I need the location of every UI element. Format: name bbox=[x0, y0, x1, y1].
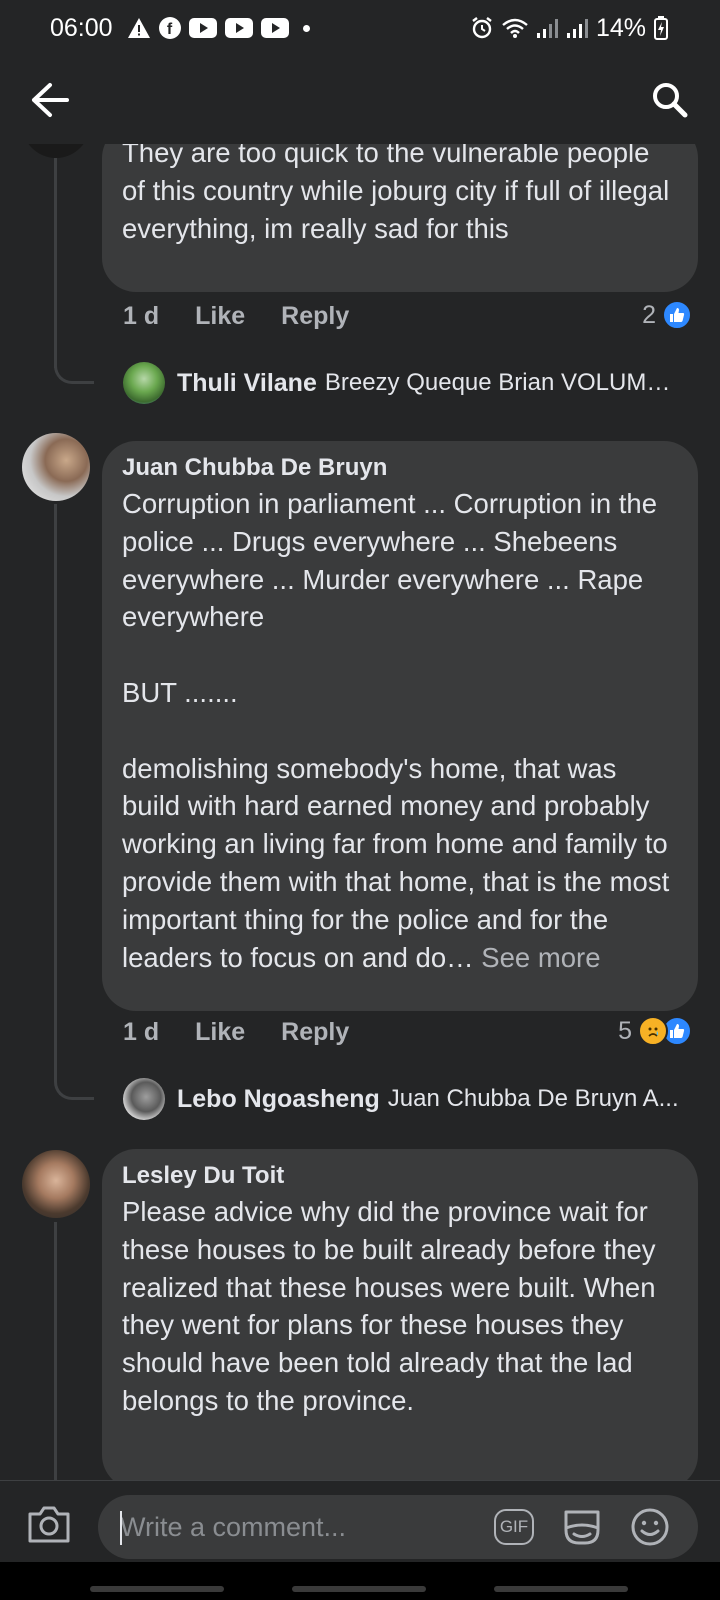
comment-input[interactable] bbox=[120, 1495, 480, 1559]
comment-author[interactable]: Lesley Du Toit bbox=[122, 1159, 678, 1193]
comment-input-container[interactable]: GIF bbox=[98, 1495, 698, 1559]
dot-icon bbox=[302, 24, 310, 32]
sticker-icon bbox=[564, 1510, 600, 1545]
camera-button[interactable] bbox=[26, 1503, 72, 1545]
thread-line bbox=[54, 158, 57, 368]
emoji-icon bbox=[631, 1508, 669, 1546]
avatar bbox=[123, 1078, 165, 1120]
youtube-icon bbox=[188, 18, 217, 38]
see-more-link[interactable]: See more bbox=[481, 942, 600, 973]
reply-preview[interactable]: Thuli Vilane Breezy Queque Brian VOLUME.… bbox=[123, 362, 675, 404]
battery-percent: 14% bbox=[595, 13, 646, 42]
camera-icon bbox=[28, 1506, 70, 1543]
emoji-button[interactable] bbox=[628, 1505, 672, 1549]
thread-line bbox=[54, 1222, 57, 1480]
reaction-summary[interactable]: 5 bbox=[618, 1016, 692, 1046]
comment-bubble[interactable]: Lesley Du Toit Please advice why did the… bbox=[102, 1149, 698, 1480]
comment-bubble[interactable]: They are too quick to the vulnerable peo… bbox=[102, 144, 698, 292]
gif-button[interactable]: GIF bbox=[492, 1505, 536, 1549]
comment-thread: They are too quick to the vulnerable peo… bbox=[0, 144, 720, 1480]
avatar bbox=[123, 362, 165, 404]
reaction-count: 2 bbox=[642, 300, 656, 329]
nav-home[interactable] bbox=[292, 1586, 426, 1592]
comment-author[interactable]: Juan Chubba De Bruyn bbox=[122, 451, 678, 485]
comment-text: Corruption in parliament ... Corruption … bbox=[122, 488, 670, 973]
status-time: 06:00 bbox=[50, 13, 113, 42]
system-nav-bar bbox=[0, 1562, 720, 1600]
thread-line bbox=[54, 344, 94, 384]
reply-button[interactable]: Reply bbox=[281, 1018, 349, 1047]
reply-snippet: Juan Chubba De Bruyn A... bbox=[387, 1085, 679, 1112]
facebook-icon: f bbox=[158, 17, 181, 39]
comment-actions: 1 d Like Reply bbox=[123, 302, 385, 331]
avatar[interactable] bbox=[22, 1150, 90, 1218]
sticker-button[interactable] bbox=[560, 1505, 604, 1549]
search-icon bbox=[653, 83, 688, 118]
comment-time: 1 d bbox=[123, 302, 160, 330]
text-caret bbox=[120, 1511, 122, 1545]
top-bar bbox=[0, 56, 720, 144]
reply-snippet: Breezy Queque Brian VOLUME... bbox=[324, 369, 675, 396]
avatar[interactable] bbox=[22, 433, 90, 501]
signal-icon bbox=[536, 17, 558, 39]
arrow-left-icon bbox=[32, 83, 69, 117]
thumbs-up-icon bbox=[662, 300, 692, 330]
comment-actions: 1 d Like Reply bbox=[123, 1018, 385, 1047]
avatar[interactable] bbox=[22, 144, 90, 158]
alarm-icon bbox=[470, 16, 494, 40]
like-button[interactable]: Like bbox=[195, 1018, 245, 1047]
thread-line bbox=[54, 1060, 94, 1100]
comment-time: 1 d bbox=[123, 1018, 160, 1046]
status-bar: 06:00 f 14% bbox=[0, 0, 720, 56]
back-button[interactable] bbox=[26, 76, 74, 124]
nav-back[interactable] bbox=[494, 1586, 628, 1592]
battery-charging-icon bbox=[654, 16, 668, 40]
reply-author: Thuli Vilane bbox=[177, 368, 317, 397]
reaction-summary[interactable]: 2 bbox=[642, 300, 692, 330]
reply-author: Lebo Ngoasheng bbox=[177, 1084, 380, 1113]
signal-icon bbox=[566, 17, 588, 39]
reaction-count: 5 bbox=[618, 1016, 632, 1045]
nav-recent-apps[interactable] bbox=[90, 1586, 224, 1592]
comment-text: Please advice why did the province wait … bbox=[122, 1196, 656, 1416]
comment-bubble[interactable]: Juan Chubba De Bruyn Corruption in parli… bbox=[102, 441, 698, 1011]
sad-face-icon bbox=[638, 1016, 668, 1046]
youtube-icon bbox=[224, 18, 253, 38]
warning-icon bbox=[127, 17, 151, 39]
comment-composer: GIF bbox=[0, 1480, 720, 1562]
gif-label: GIF bbox=[499, 1517, 529, 1536]
gif-icon: GIF bbox=[494, 1509, 534, 1545]
like-button[interactable]: Like bbox=[195, 302, 245, 331]
thread-line bbox=[54, 504, 57, 1074]
youtube-icon bbox=[260, 18, 289, 38]
comment-text: They are too quick to the vulnerable peo… bbox=[122, 144, 670, 244]
reply-preview[interactable]: Lebo Ngoasheng Juan Chubba De Bruyn A... bbox=[123, 1078, 688, 1120]
search-button[interactable] bbox=[646, 76, 694, 124]
reply-button[interactable]: Reply bbox=[281, 302, 349, 331]
wifi-icon bbox=[502, 17, 528, 39]
